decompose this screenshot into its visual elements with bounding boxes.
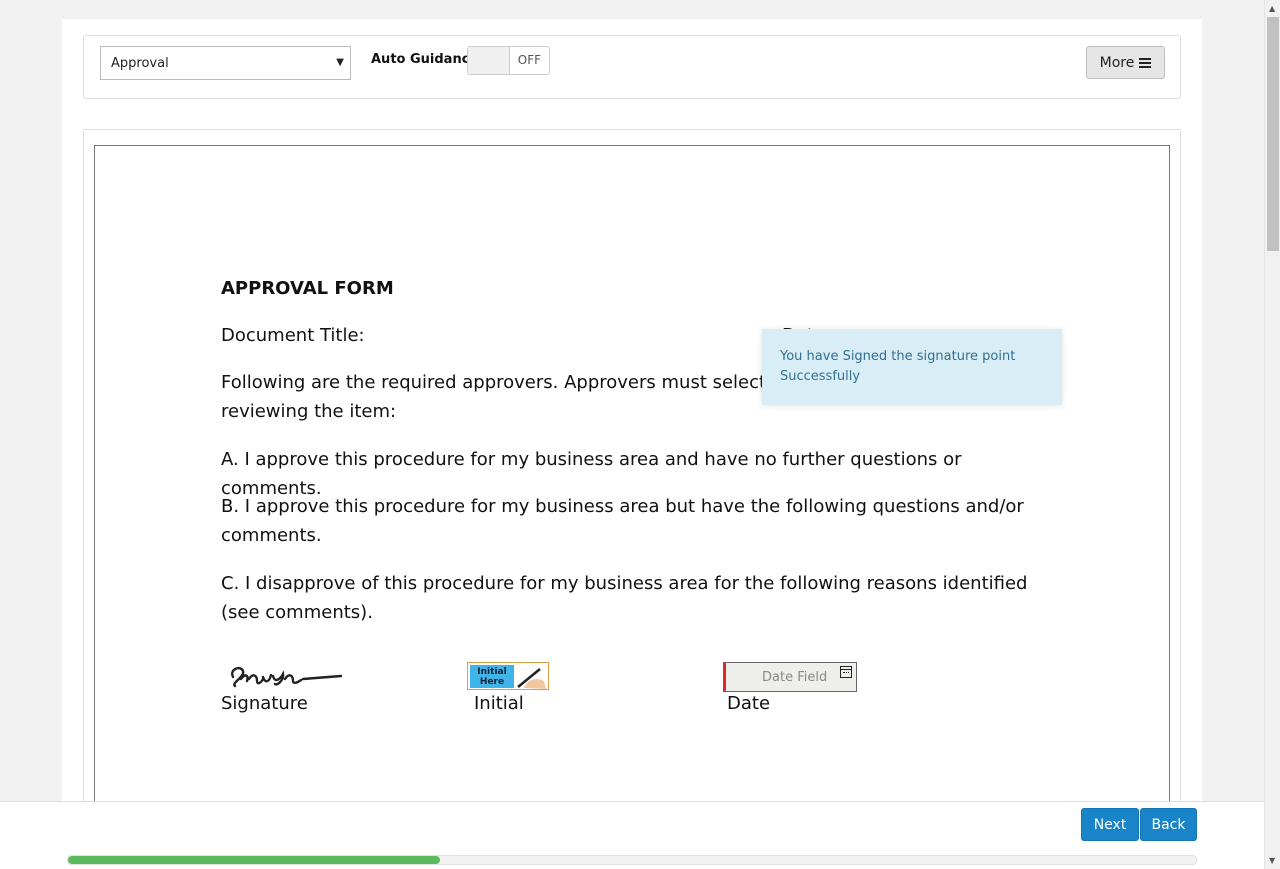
scroll-up-icon[interactable]: ▲ (1269, 4, 1275, 13)
option-b-text: B. I approve this procedure for my busin… (221, 496, 1024, 546)
toolbar: Approval ▼ Auto Guidance OFF More (83, 35, 1181, 99)
date-label: Date (727, 693, 771, 714)
document-title-label: Document Title: (221, 325, 365, 346)
initial-here-stamp: Initial Here (470, 665, 514, 688)
scrollbar-thumb[interactable] (1267, 17, 1279, 251)
form-title: APPROVAL FORM (221, 278, 394, 299)
signature-label: Signature (221, 693, 308, 714)
scrollbar[interactable]: ▲ ▼ (1264, 0, 1280, 869)
initial-label: Initial (474, 693, 524, 714)
option-c-text: C. I disapprove of this procedure for my… (221, 573, 1028, 623)
date-field-input[interactable]: Date Field (723, 662, 857, 692)
progress-bar (67, 855, 1197, 865)
hamburger-icon (1139, 56, 1152, 70)
initial-here-field[interactable]: Initial Here (467, 662, 549, 690)
document-type-select-value: Approval (111, 56, 169, 71)
more-button[interactable]: More (1086, 46, 1165, 79)
instructions-line-2: reviewing the item: (221, 401, 397, 422)
progress-bar-fill (68, 856, 441, 864)
back-button[interactable]: Back (1140, 808, 1197, 841)
more-button-label: More (1099, 54, 1135, 71)
toggle-state-label: OFF (517, 53, 541, 67)
next-button[interactable]: Next (1081, 808, 1139, 841)
date-field-placeholder: Date Field (762, 670, 828, 685)
success-toast: You have Signed the signature point Succ… (762, 329, 1062, 405)
toast-message: You have Signed the signature point Succ… (780, 349, 1016, 384)
toggle-knob (468, 47, 510, 74)
signature-image[interactable] (227, 659, 345, 691)
scroll-down-icon[interactable]: ▼ (1269, 856, 1275, 865)
auto-guidance-label: Auto Guidance (371, 52, 479, 67)
footer-bar: Next Back (0, 801, 1264, 869)
chevron-down-icon: ▼ (336, 57, 344, 68)
document-type-select[interactable]: Approval ▼ (100, 46, 351, 80)
instructions-line-1: Following are the required approvers. Ap… (221, 372, 795, 393)
calendar-icon[interactable] (840, 666, 852, 678)
pen-hand-icon (517, 668, 546, 689)
auto-guidance-toggle[interactable]: OFF (467, 46, 550, 75)
